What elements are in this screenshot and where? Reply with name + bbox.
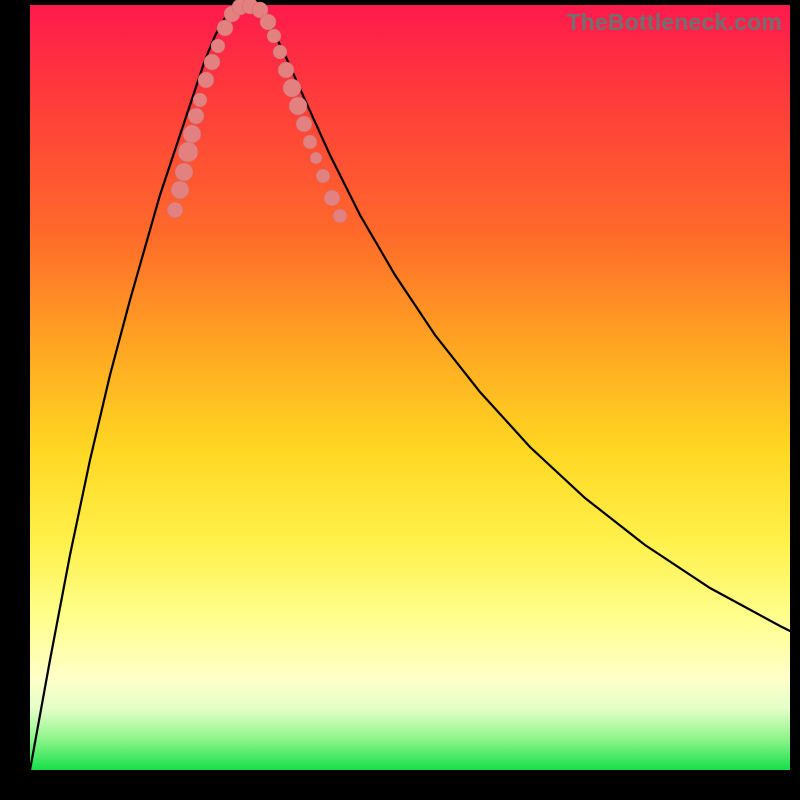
data-marker bbox=[204, 54, 220, 70]
data-marker bbox=[310, 152, 322, 164]
data-marker bbox=[333, 209, 347, 223]
data-marker bbox=[278, 62, 294, 78]
plot-area: TheBottleneck.com bbox=[30, 5, 790, 770]
data-marker bbox=[296, 116, 312, 132]
data-marker bbox=[324, 190, 340, 206]
data-marker bbox=[289, 97, 307, 115]
data-marker bbox=[267, 29, 281, 43]
data-marker bbox=[316, 169, 330, 183]
data-marker bbox=[178, 142, 198, 162]
data-marker bbox=[188, 108, 204, 124]
data-marker bbox=[175, 163, 193, 181]
data-marker bbox=[283, 79, 301, 97]
data-marker bbox=[198, 72, 214, 88]
data-marker bbox=[260, 14, 276, 30]
data-marker bbox=[171, 181, 189, 199]
curve-svg bbox=[30, 5, 790, 770]
data-marker bbox=[217, 20, 233, 36]
data-marker bbox=[193, 93, 207, 107]
chart-frame: TheBottleneck.com bbox=[0, 0, 800, 800]
bottleneck-curve bbox=[30, 5, 790, 770]
data-marker bbox=[211, 39, 225, 53]
data-marker bbox=[183, 125, 201, 143]
data-marker bbox=[303, 135, 317, 149]
data-marker bbox=[167, 202, 183, 218]
data-marker bbox=[273, 45, 287, 59]
